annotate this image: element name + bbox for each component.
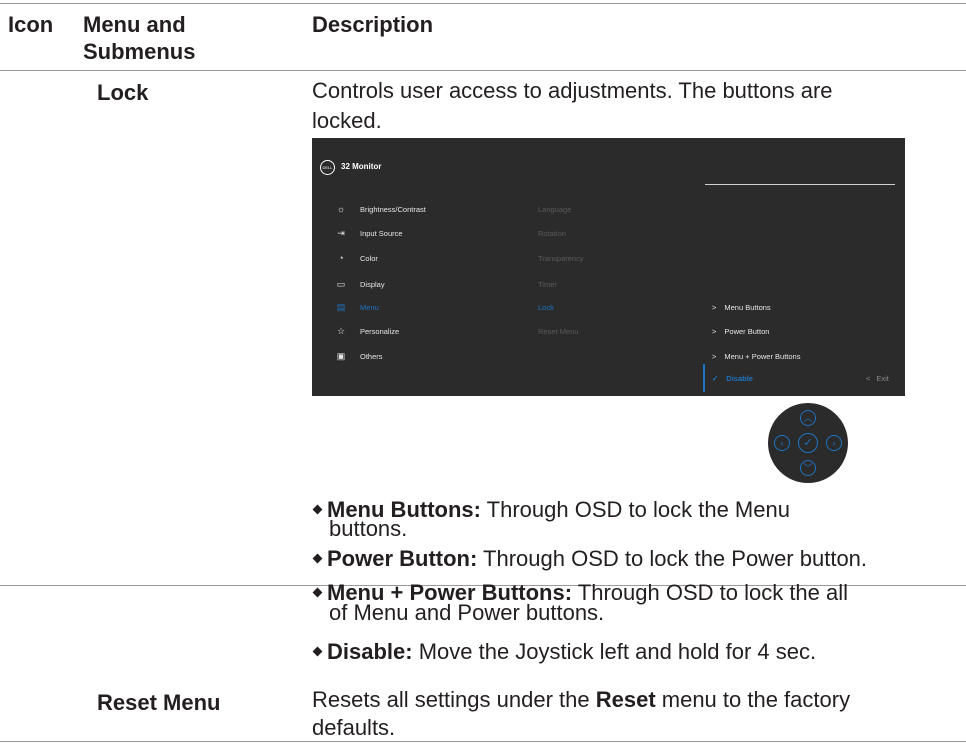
osd-menu-label: Display (360, 280, 385, 289)
bullet-diamond-icon (312, 504, 323, 515)
chevron-left-icon: < (866, 374, 871, 383)
osd-option-power-button[interactable]: > Power Button (712, 327, 769, 336)
header-menu-line2: Submenus (83, 39, 196, 64)
joystick-center-check-icon: ✓ (798, 433, 818, 453)
joystick-diagram: ︿ ‹ ✓ › ﹀ (768, 403, 848, 483)
bullet-diamond-icon (312, 587, 323, 598)
osd-menu-label: Others (360, 352, 383, 361)
osd-menu-label: Color (360, 254, 378, 263)
osd-title: 32 Monitor (341, 162, 382, 171)
dell-logo: DELL (320, 160, 335, 175)
bullet-term: Power Button: (327, 546, 478, 571)
osd-exit[interactable]: < Exit (866, 374, 889, 383)
reset-description-line2: defaults. (312, 715, 396, 740)
osd-option-menu-power-buttons[interactable]: > Menu + Power Buttons (712, 352, 800, 361)
chevron-right-icon: > (712, 352, 717, 361)
joystick-left-icon: ‹ (774, 435, 790, 451)
reset-description-line1: Resets all settings under the Reset menu… (312, 685, 952, 715)
osd-sub-reset-menu[interactable]: Reset Menu (538, 327, 578, 336)
osd-exit-label: Exit (876, 374, 889, 383)
others-icon: ▣ (336, 351, 346, 361)
input-source-icon: ⇥ (337, 228, 345, 238)
osd-menu-label: Input Source (360, 229, 403, 238)
check-icon: ✓ (712, 374, 719, 383)
reset-desc-bold: Reset (595, 687, 656, 712)
osd-sub-transparency[interactable]: Transparency (538, 254, 584, 263)
osd-sub-timer[interactable]: Timer (538, 280, 557, 289)
bullet-text: Through OSD to lock the Power button. (477, 546, 868, 571)
osd-screenshot: DELL 32 Monitor ☼ Brightness/Contrast ⇥ … (312, 138, 905, 396)
reset-desc-suffix: menu to the factory (655, 687, 851, 712)
personalize-icon: ☆ (336, 326, 346, 336)
osd-sub-rotation[interactable]: Rotation (538, 229, 566, 238)
osd-option-label: Menu + Power Buttons (724, 352, 801, 361)
bullet-disable: Disable: Move the Joystick left and hold… (312, 639, 962, 664)
bullet-text: Move the Joystick left and hold for 4 se… (412, 639, 817, 664)
osd-title-rule (705, 184, 895, 185)
bullet-menu-buttons-cont: buttons. (329, 516, 408, 541)
menu-icon: ▤ (336, 302, 346, 312)
bullet-text: Through OSD to lock the all (572, 580, 849, 605)
top-rule (0, 3, 966, 4)
osd-option-label: Disable (726, 374, 753, 383)
header-rule (0, 70, 966, 71)
bullet-diamond-icon (312, 553, 323, 564)
reset-desc-prefix: Resets all settings under the (312, 687, 596, 712)
osd-menu-label: Brightness/Contrast (360, 205, 426, 214)
header-description: Description (312, 12, 434, 37)
header-menu-line1: Menu and (83, 12, 186, 37)
lock-description-line1: Controls user access to adjustments. The… (312, 78, 833, 103)
bullet-term: Disable: (327, 639, 413, 664)
row-name-reset-menu: Reset Menu (97, 690, 221, 715)
display-icon: ▭ (336, 279, 346, 289)
header-icon: Icon (8, 12, 54, 37)
bullet-menu-buttons: Menu Buttons: Through OSD to lock the Me… (312, 499, 962, 521)
osd-menu-label: Personalize (360, 327, 400, 336)
osd-option-menu-buttons[interactable]: > Menu Buttons (712, 303, 771, 312)
osd-sub-language[interactable]: Language (538, 205, 571, 214)
bullet-menu-power-buttons-cont: of Menu and Power buttons. (329, 600, 605, 625)
lock-description-line2: locked. (312, 108, 382, 133)
osd-option-label: Power Button (724, 327, 770, 336)
bullet-power-button: Power Button: Through OSD to lock the Po… (312, 546, 962, 571)
osd-selection-bar (703, 364, 705, 392)
joystick-down-icon: ﹀ (800, 460, 816, 476)
joystick-right-icon: › (826, 435, 842, 451)
joystick-up-icon: ︿ (800, 410, 816, 426)
osd-sub-lock[interactable]: Lock (538, 303, 554, 312)
bullet-diamond-icon (312, 646, 323, 657)
osd-menu-label: Menu (360, 303, 379, 312)
chevron-right-icon: > (712, 327, 717, 336)
osd-option-label: Menu Buttons (724, 303, 771, 312)
row-name-lock: Lock (97, 80, 149, 105)
osd-option-disable[interactable]: ✓ Disable (712, 374, 753, 383)
color-icon: ◔ (338, 253, 344, 263)
chevron-right-icon: > (712, 303, 717, 312)
brightness-icon: ☼ (336, 204, 346, 214)
